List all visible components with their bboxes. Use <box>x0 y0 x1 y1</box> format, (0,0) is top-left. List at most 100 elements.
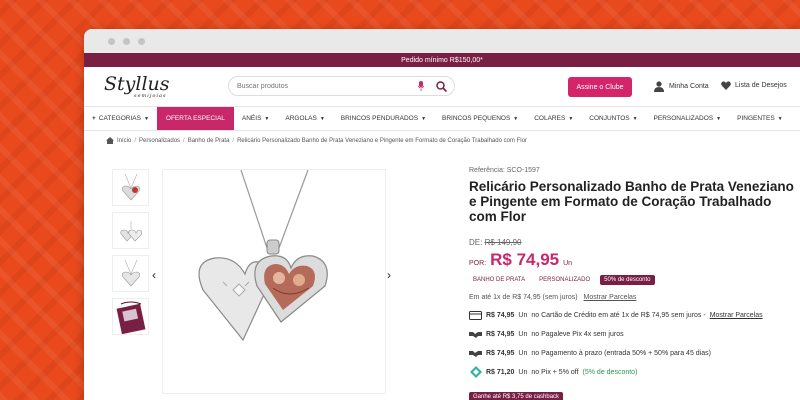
chevron-down-icon: ▼ <box>143 115 149 122</box>
price-row: POR: R$ 74,95 Un <box>469 250 800 270</box>
nav-categories[interactable]: + CATEGORIAS ▼ <box>84 107 157 130</box>
chevron-down-icon: ▼ <box>568 115 574 122</box>
nav-sets[interactable]: CONJUNTOS ▼ <box>581 107 645 130</box>
gallery-next-arrow[interactable]: › <box>387 268 391 282</box>
search-input[interactable] <box>237 82 416 90</box>
handshake-icon <box>469 329 482 339</box>
payment-amount: R$ 71,20 <box>486 368 515 376</box>
nav-label: CONJUNTOS <box>589 115 630 122</box>
product-title: Relicário Personalizado Banho de Prata V… <box>469 179 800 224</box>
old-price-value: R$ 149,90 <box>484 238 522 247</box>
credit-card-icon <box>469 310 482 320</box>
payment-unit: Un <box>518 368 528 376</box>
tag-silver[interactable]: BANHO DE PRATA <box>469 275 529 285</box>
nav-label: CATEGORIAS <box>98 115 141 122</box>
tag-personalized[interactable]: PERSONALIZADO <box>535 275 594 285</box>
nav-label: BRINCOS PEQUENOS <box>442 115 511 122</box>
payment-text: no Cartão de Crédito em até 1x de R$ 74,… <box>531 311 706 319</box>
window-dot-close[interactable] <box>108 37 115 45</box>
window-dot-minimize[interactable] <box>123 37 130 45</box>
user-icon <box>654 81 664 92</box>
nav-label: OFERTA ESPECIAL <box>165 115 225 122</box>
title-line: com Flor <box>469 209 527 224</box>
product-tags: BANHO DE PRATA PERSONALIZADO 50% de desc… <box>469 275 800 285</box>
payment-text: no Pix + 5% off <box>531 368 579 376</box>
wishlist-link[interactable]: Lista de Desejos <box>721 81 787 90</box>
logo-text: Styllus <box>104 72 170 95</box>
payment-amount: R$ 74,95 <box>486 349 515 357</box>
nav-necklaces[interactable]: COLARES ▼ <box>526 107 581 130</box>
nav-label: ANÉIS <box>241 115 262 122</box>
chevron-down-icon: ▼ <box>632 115 638 122</box>
nav-personalized[interactable]: PERSONALIZADOS ▼ <box>646 107 730 130</box>
site-logo[interactable]: Styllus semijoias <box>104 72 224 99</box>
breadcrumb-separator: / <box>232 137 235 144</box>
title-line: Relicário Personalizado Banho de Prata V… <box>469 179 794 194</box>
payment-pagaleve: R$ 74,95 Un no Pagaleve Pix 4x sem juros <box>469 329 800 339</box>
cashback-badge: Ganhe até R$ 3,75 de cashback <box>469 392 564 400</box>
chevron-down-icon: ▼ <box>264 115 270 122</box>
chevron-down-icon: ▼ <box>716 115 722 122</box>
chevron-down-icon: ▼ <box>319 115 325 122</box>
product-main-image[interactable] <box>162 169 386 394</box>
microphone-icon[interactable] <box>416 79 426 93</box>
breadcrumb-current: Relicário Personalizado Banho de Prata V… <box>237 137 527 144</box>
payment-unit: Un <box>518 330 528 338</box>
old-price: DE: R$ 149,90 <box>469 238 800 247</box>
logo-subtitle: semijoias <box>134 92 167 99</box>
chevron-down-icon: ▼ <box>777 115 783 122</box>
nav-drop-earrings[interactable]: BRINCOS PENDURADOS ▼ <box>333 107 434 130</box>
breadcrumb-personalized[interactable]: Personalizados <box>139 138 180 144</box>
payment-amount: R$ 74,95 <box>486 330 515 338</box>
announcement-text: Pedido mínimo R$150,00* <box>401 56 483 64</box>
nav-rings[interactable]: ANÉIS ▼ <box>234 107 277 130</box>
pix-icon <box>469 366 482 378</box>
site-header: Styllus semijoias Assine o Clube Minha C… <box>84 67 800 106</box>
nav-hoops[interactable]: ARGOLAS ▼ <box>277 107 332 130</box>
payment-unit: Un <box>518 311 528 319</box>
breadcrumb-separator: / <box>183 137 185 144</box>
current-price: R$ 74,95 <box>490 250 560 269</box>
announcement-bar: Pedido mínimo R$150,00* <box>84 53 800 67</box>
thumbnail-1[interactable] <box>112 169 149 206</box>
window-chrome <box>84 29 800 53</box>
search-icon[interactable] <box>434 79 448 93</box>
nav-label: PINGENTES <box>737 115 775 122</box>
installment-text: Em até 1x de R$ 74,95 (sem juros) <box>469 294 578 301</box>
main-nav: + CATEGORIAS ▼ OFERTA ESPECIAL ANÉIS ▼ ARGO… <box>84 106 800 131</box>
gallery-prev-arrow[interactable]: ‹ <box>152 268 156 282</box>
home-icon <box>106 137 114 144</box>
show-installments-link[interactable]: Mostrar Parcelas <box>584 294 637 301</box>
nav-small-earrings[interactable]: BRINCOS PEQUENOS ▼ <box>434 107 526 130</box>
subscribe-club-button[interactable]: Assine o Clube <box>568 77 632 97</box>
payment-pix: R$ 71,20 Un no Pix + 5% off (5% de desco… <box>469 366 800 378</box>
pix-discount-note: (5% de desconto) <box>582 368 638 376</box>
thumbnail-4-packaging[interactable] <box>112 298 149 335</box>
search-bar <box>228 76 455 96</box>
payment-credit-card: R$ 74,95 Un no Cartão de Crédito em até … <box>469 310 800 320</box>
discount-badge: 50% de desconto <box>600 275 655 285</box>
price-label: POR: <box>469 260 487 267</box>
payment-deferred: R$ 74,95 Un no Pagamento à prazo (entrad… <box>469 348 800 358</box>
breadcrumb-home[interactable]: Início <box>117 138 131 144</box>
chevron-down-icon: ▼ <box>513 115 519 122</box>
breadcrumb: Início / Personalizados / Banho de Prata… <box>84 131 800 150</box>
product-info: Referência: SCO-1597 Relicário Personali… <box>469 167 800 378</box>
account-link[interactable]: Minha Conta <box>654 81 709 92</box>
heart-icon <box>721 81 731 90</box>
handshake-icon <box>469 348 482 358</box>
plus-icon: + <box>92 115 96 122</box>
nav-pendants[interactable]: PINGENTES ▼ <box>729 107 791 130</box>
nav-label: PERSONALIZADOS <box>653 115 714 122</box>
breadcrumb-silver[interactable]: Banho de Prata <box>188 138 230 144</box>
thumbnail-2[interactable] <box>112 212 149 249</box>
payment-text: no Pagamento à prazo (entrada 50% + 50% … <box>531 349 711 357</box>
nav-special-offer[interactable]: OFERTA ESPECIAL <box>156 107 234 130</box>
window-dot-maximize[interactable] <box>138 37 145 45</box>
thumbnail-3[interactable] <box>112 255 149 292</box>
payment-amount: R$ 74,95 <box>486 311 515 319</box>
nav-label: COLARES <box>534 115 566 122</box>
account-label: Minha Conta <box>669 83 709 90</box>
price-unit: Un <box>563 260 573 267</box>
show-installments-link[interactable]: Mostrar Parcelas <box>710 312 763 319</box>
